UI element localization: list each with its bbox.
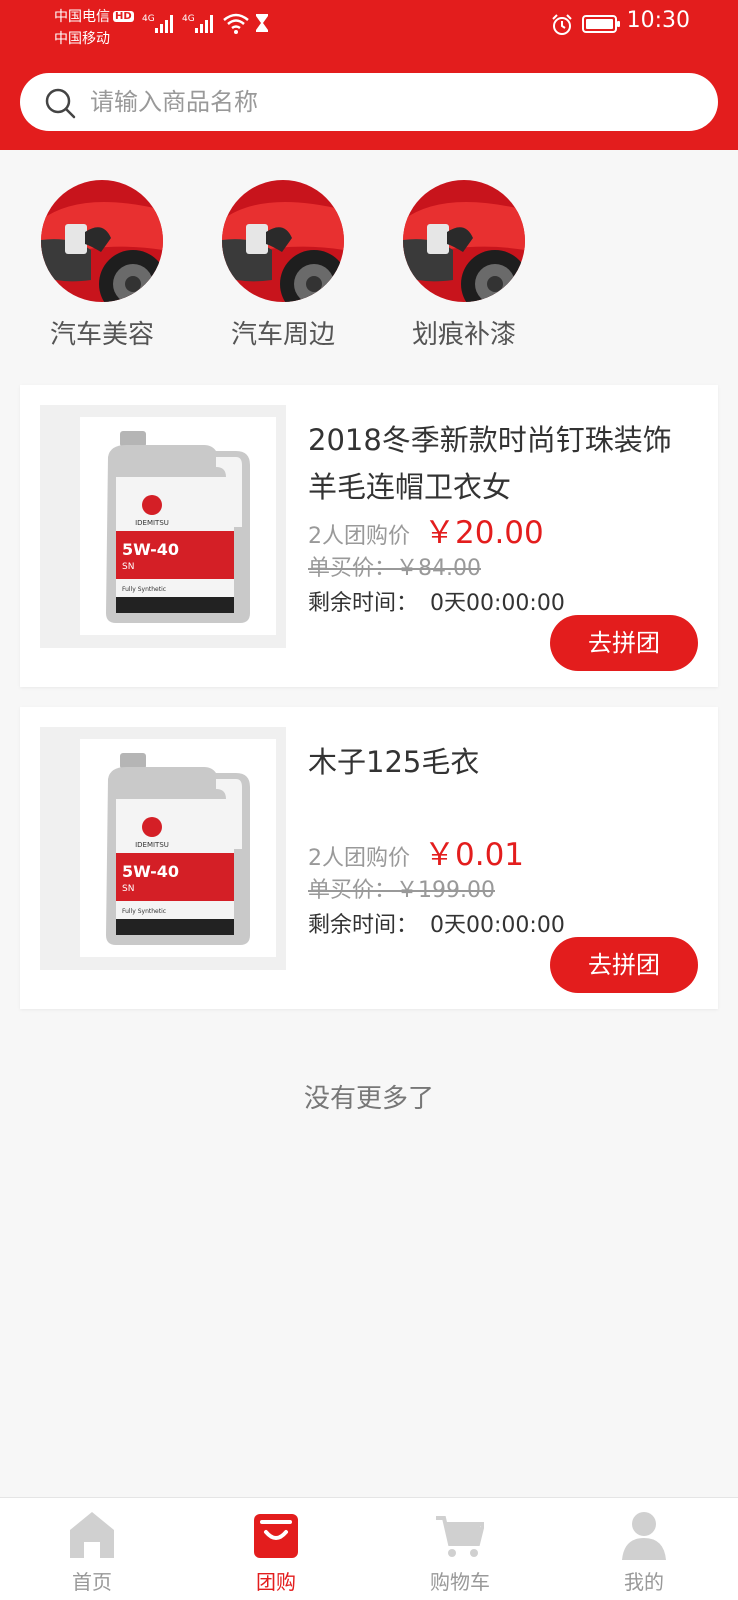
category-label: 划痕补漆 [411, 320, 516, 350]
status-bar: 中国电信 HD 中国移动 4G 4G 10:30 [0, 0, 738, 62]
hd-badge: HD [113, 11, 134, 22]
product-thumbnail: IDEMITSU 5W-40 SN Fully Synthetic [40, 727, 286, 970]
group-price-label: 2人团购价 [308, 524, 410, 549]
signal-icons: 4G 4G [142, 13, 268, 34]
group-price-label: 2人团购价 [308, 846, 410, 871]
category-label: 汽车周边 [230, 320, 335, 350]
search-icon [45, 88, 76, 119]
no-more-text: 没有更多了 [303, 1084, 434, 1114]
svg-text:SN: SN [122, 562, 134, 572]
wifi-icon [223, 13, 249, 30]
wifi-dot-icon [234, 30, 238, 34]
alarm-icon [552, 14, 572, 35]
tab-profile[interactable]: 我的 [552, 1498, 736, 1600]
battery-icon [582, 15, 620, 33]
svg-text:5W-40: 5W-40 [122, 862, 179, 881]
tab-label: 首页 [72, 1570, 112, 1594]
svg-text:5W-40: 5W-40 [122, 540, 179, 559]
network-1-label: 4G [142, 14, 155, 24]
svg-text:Fully Synthetic: Fully Synthetic [122, 908, 166, 915]
home-icon [70, 1512, 114, 1558]
network-2-label: 4G [182, 14, 195, 24]
category-scratch-repair[interactable]: 划痕补漆 [384, 180, 544, 351]
clock: 10:30 [626, 8, 690, 33]
remaining-time: 剩余时间： 0天00:00:00 [308, 907, 565, 939]
product-card[interactable]: IDEMITSU 5W-40 SN Fully Synthetic 2018冬季… [20, 385, 718, 687]
product-title: 2018冬季新款时尚钉珠装饰羊毛连帽卫衣女 [308, 423, 672, 504]
search-input[interactable] [90, 73, 690, 131]
category-image [403, 180, 525, 302]
join-group-button[interactable]: 去拼团 [550, 615, 698, 671]
category-car-accessories[interactable]: 汽车周边 [203, 180, 363, 351]
category-image [41, 180, 163, 302]
carrier-1: 中国电信 HD [54, 9, 134, 25]
group-price-row: 2人团购价 ￥0.01 [308, 829, 524, 874]
original-price: 单买价：￥84.00 [308, 556, 481, 581]
carrier-2: 中国移动 [54, 31, 110, 47]
signal-1-icon [155, 15, 173, 33]
category-label: 汽车美容 [49, 320, 154, 350]
remaining-time-label: 剩余时间： [308, 591, 419, 616]
cart-icon [436, 1516, 484, 1557]
category-image [222, 180, 344, 302]
svg-text:IDEMITSU: IDEMITSU [135, 519, 169, 527]
original-price: 单买价：￥199.00 [308, 878, 495, 903]
product-thumbnail: IDEMITSU 5W-40 SN Fully Synthetic [40, 405, 286, 648]
category-car-beauty[interactable]: 汽车美容 [22, 180, 182, 351]
oil-bottle-image: IDEMITSU 5W-40 SN Fully Synthetic [106, 753, 250, 945]
group-price-row: 2人团购价 ￥20.00 [308, 507, 544, 552]
tab-group-buy[interactable]: 团购 [184, 1498, 368, 1600]
remaining-time-value: 0天00:00:00 [430, 913, 565, 938]
user-icon [622, 1512, 666, 1560]
remaining-time-value: 0天00:00:00 [430, 591, 565, 616]
svg-text:Fully Synthetic: Fully Synthetic [122, 586, 166, 593]
category-row: 汽车美容 汽车周边 划痕补漆 [0, 150, 738, 365]
shopping-bag-icon [254, 1514, 298, 1558]
tab-cart[interactable]: 购物车 [368, 1498, 552, 1600]
remaining-time: 剩余时间： 0天00:00:00 [308, 585, 565, 617]
header: 中国电信 HD 中国移动 4G 4G 10:30 请输入商品名称 [0, 0, 738, 150]
tab-label: 购物车 [430, 1570, 490, 1594]
tab-label: 我的 [624, 1570, 664, 1594]
oil-bottle-image: IDEMITSU 5W-40 SN Fully Synthetic [106, 431, 250, 623]
join-group-button[interactable]: 去拼团 [550, 937, 698, 993]
signal-2-icon [195, 15, 213, 33]
group-price: ￥20.00 [424, 515, 544, 551]
group-price: ￥0.01 [424, 837, 525, 873]
tab-bar: 首页 团购 购物车 我的 [0, 1497, 738, 1600]
remaining-time-label: 剩余时间： [308, 913, 419, 938]
product-title: 木子125毛衣 [308, 745, 480, 779]
hourglass-icon [256, 14, 268, 32]
tab-label: 团购 [256, 1570, 296, 1594]
tab-home[interactable]: 首页 [0, 1498, 184, 1600]
product-card[interactable]: IDEMITSU 5W-40 SN Fully Synthetic 木子125毛… [20, 707, 718, 1009]
svg-text:SN: SN [122, 884, 134, 894]
svg-text:IDEMITSU: IDEMITSU [135, 841, 169, 849]
search-bar[interactable] [20, 73, 718, 131]
